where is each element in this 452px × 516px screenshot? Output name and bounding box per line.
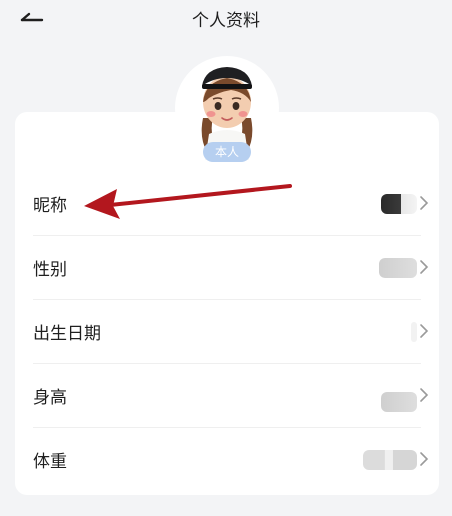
chevron-right-icon	[420, 260, 429, 274]
field-row-weight[interactable]: 体重	[15, 428, 439, 492]
field-value-blurred	[381, 194, 417, 214]
chevron-right-icon	[420, 196, 429, 210]
field-value-blurred	[363, 450, 417, 470]
field-label: 性别	[33, 260, 67, 280]
profile-card: 昵称 性别 出生日期 身高 体重	[15, 112, 439, 495]
field-value-blurred	[381, 392, 417, 412]
field-label: 身高	[33, 388, 67, 408]
avatar[interactable]: 本人	[175, 56, 279, 166]
field-label: 昵称	[33, 196, 67, 216]
field-row-gender[interactable]: 性别	[15, 236, 439, 300]
field-row-height[interactable]: 身高	[15, 364, 439, 428]
chevron-right-icon	[420, 452, 429, 466]
chevron-right-icon	[420, 324, 429, 338]
field-row-nickname[interactable]: 昵称	[15, 172, 439, 236]
field-label: 出生日期	[33, 324, 101, 344]
top-bar: 个人资料	[0, 0, 452, 40]
field-value-blurred	[379, 258, 417, 278]
page-title: 个人资料	[192, 11, 260, 31]
chevron-right-icon	[420, 388, 429, 402]
field-label: 体重	[33, 452, 67, 472]
field-row-birthdate[interactable]: 出生日期	[15, 300, 439, 364]
self-badge: 本人	[203, 142, 251, 162]
